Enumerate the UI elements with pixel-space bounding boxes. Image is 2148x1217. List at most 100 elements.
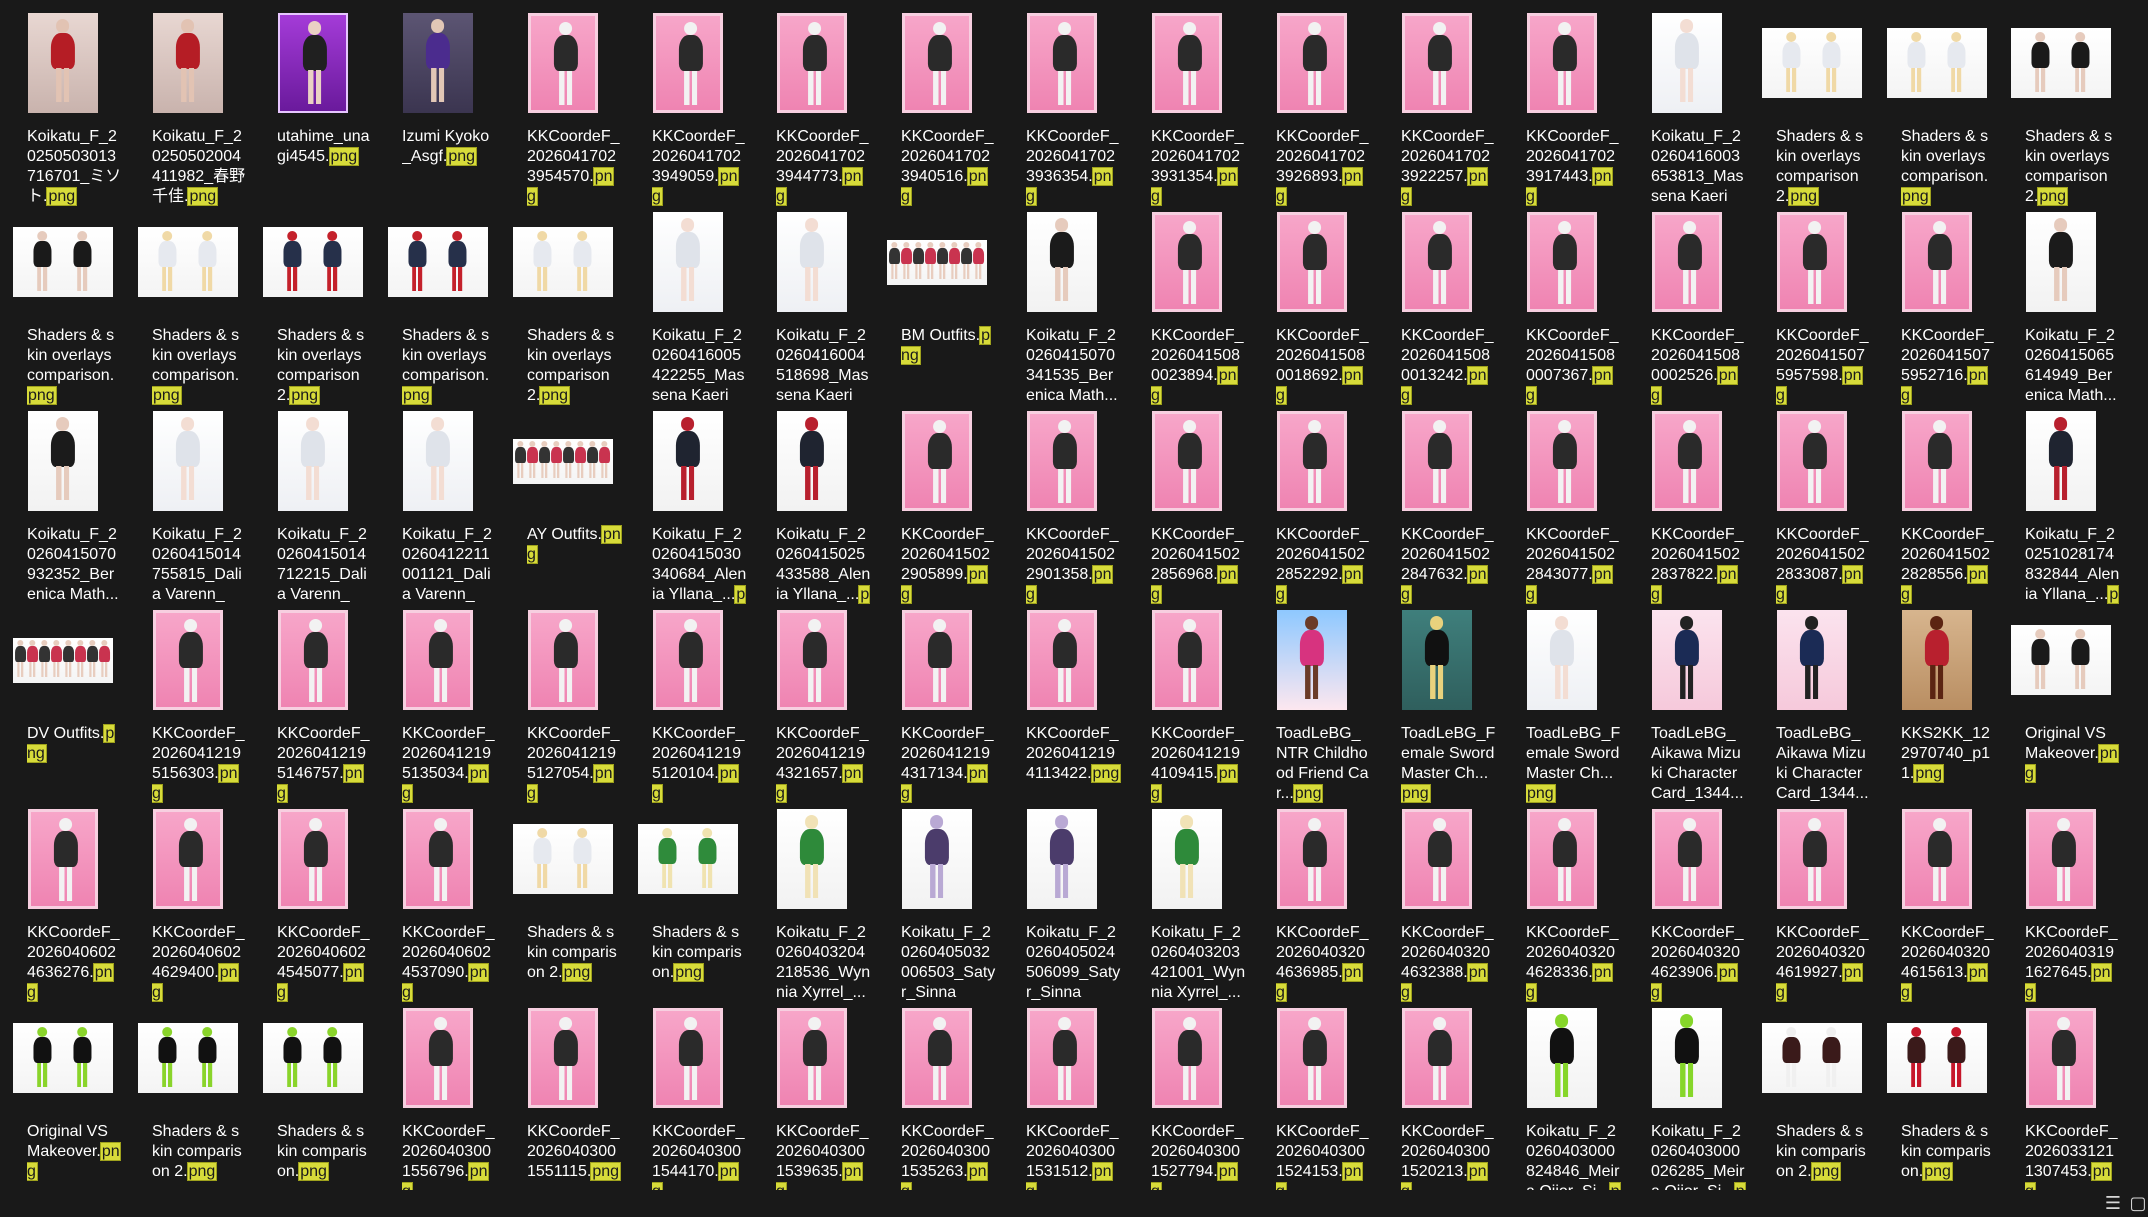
file-item[interactable]: Koikatu_F_20260416003653813_Massena Kaer… xyxy=(1624,0,1749,205)
file-item[interactable]: KKCoordeF_20260406024545077.png xyxy=(250,796,375,1002)
file-item[interactable]: KKCoordeF_20260331211307453.png xyxy=(1998,995,2123,1190)
file-item[interactable]: Koikatu_F_20260415065614949_Berenica Mat… xyxy=(1998,199,2123,404)
file-item[interactable]: ToadLeBG_Female Sword Master Ch...png xyxy=(1374,597,1499,803)
file-item[interactable]: AY Outfits.png xyxy=(500,398,625,597)
file-item[interactable]: KKCoordeF_20260412194321657.png xyxy=(749,597,874,803)
file-item[interactable]: KKCoordeF_20260412195156303.png xyxy=(125,597,250,803)
file-item[interactable]: BM Outfits.png xyxy=(874,199,999,398)
file-item[interactable]: Koikatu_F_20260403203421001_Wynnia Xyrre… xyxy=(1124,796,1249,1001)
file-item[interactable]: Koikatu_F_20260415014755815_Dalia Varenn… xyxy=(125,398,250,603)
file-item[interactable]: Koikatu_F_20260415070341535_Berenica Mat… xyxy=(999,199,1124,404)
file-item[interactable]: KKCoordeF_20260415022901358.png xyxy=(999,398,1124,604)
file-item[interactable]: Shaders & skin comparison 2.png xyxy=(125,995,250,1190)
file-item[interactable]: Koikatu_F_20260416005422255_Massena Kaer… xyxy=(625,199,750,404)
file-item[interactable]: Koikatu_F_20260415014712215_Dalia Varenn… xyxy=(250,398,375,603)
file-item[interactable]: KKCoordeF_20260415022905899.png xyxy=(874,398,999,604)
file-item[interactable]: Shaders & skin comparison 2.png xyxy=(500,796,625,995)
file-item[interactable]: KKCoordeF_20260417023931354.png xyxy=(1124,0,1249,206)
file-item[interactable]: KKCoordeF_20260412194109415.png xyxy=(1124,597,1249,803)
file-item[interactable]: Koikatu_F_20260415025433588_Alenia Yllan… xyxy=(749,398,874,605)
file-item[interactable]: Koikatu_F_20260403204218536_Wynnia Xyrre… xyxy=(749,796,874,1001)
file-item[interactable]: KKCoordeF_20260403001520213.png xyxy=(1374,995,1499,1190)
file-item[interactable]: KKS2KK_122970740_p11.png xyxy=(1874,597,1999,796)
file-item[interactable]: KKCoordeF_20260403204636985.png xyxy=(1249,796,1374,1002)
file-item[interactable]: KKCoordeF_20260415022837822.png xyxy=(1624,398,1749,604)
file-item[interactable]: KKCoordeF_20260417023949059.png xyxy=(625,0,750,206)
file-item[interactable]: KKCoordeF_20260415080002526.png xyxy=(1624,199,1749,405)
file-item[interactable]: KKCoordeF_20260415022856968.png xyxy=(1124,398,1249,604)
file-item[interactable]: KKCoordeF_20260403001527794.png xyxy=(1124,995,1249,1190)
file-item[interactable]: KKCoordeF_20260415022833087.png xyxy=(1749,398,1874,604)
file-item[interactable]: KKCoordeF_20260403191627645.png xyxy=(1998,796,2123,1002)
file-item[interactable]: KKCoordeF_20260417023944773.png xyxy=(749,0,874,206)
file-item[interactable]: KKCoordeF_20260415080018692.png xyxy=(1249,199,1374,405)
file-item[interactable]: Shaders & skin overlays comparison.png xyxy=(375,199,500,405)
file-item[interactable]: KKCoordeF_20260406024537090.png xyxy=(375,796,500,1002)
file-item[interactable]: KKCoordeF_20260412195146757.png xyxy=(250,597,375,803)
file-item[interactable]: KKCoordeF_20260403001539635.png xyxy=(749,995,874,1190)
file-item[interactable]: KKCoordeF_20260403001531512.png xyxy=(999,995,1124,1190)
file-item[interactable]: Shaders & skin comparison.png xyxy=(250,995,375,1190)
large-icons-view-icon[interactable]: ▢ xyxy=(2128,1193,2148,1213)
file-item[interactable]: KKCoordeF_20260403204619927.png xyxy=(1749,796,1874,1002)
file-item[interactable]: KKCoordeF_20260403204632388.png xyxy=(1374,796,1499,1002)
file-item[interactable]: Koikatu_F_20260403000824846_Meira Oijor_… xyxy=(1499,995,1624,1190)
file-item[interactable]: Shaders & skin overlays comparison.png xyxy=(1874,0,1999,206)
file-item[interactable]: KKCoordeF_20260412195135034.png xyxy=(375,597,500,803)
file-item[interactable]: KKCoordeF_20260403001524153.png xyxy=(1249,995,1374,1190)
file-item[interactable]: KKCoordeF_20260412194113422.png xyxy=(999,597,1124,796)
file-item[interactable]: KKCoordeF_20260417023954570.png xyxy=(500,0,625,206)
file-item[interactable]: KKCoordeF_20260415022843077.png xyxy=(1499,398,1624,604)
file-item[interactable]: Shaders & skin overlays comparison 2.png xyxy=(1749,0,1874,206)
file-item[interactable]: Koikatu_F_20260416004518698_Massena Kaer… xyxy=(749,199,874,404)
file-item[interactable]: KKCoordeF_20260403001544170.png xyxy=(625,995,750,1190)
file-item[interactable]: utahime_unagi4545.png xyxy=(250,0,375,199)
file-item[interactable]: KKCoordeF_20260417023922257.png xyxy=(1374,0,1499,206)
file-item[interactable]: KKCoordeF_20260406024629400.png xyxy=(125,796,250,1002)
file-item[interactable]: KKCoordeF_20260415022828556.png xyxy=(1874,398,1999,604)
file-item[interactable]: KKCoordeF_20260403204623906.png xyxy=(1624,796,1749,1002)
file-item[interactable]: Koikatu_F_20260412211001121_Dalia Varenn… xyxy=(375,398,500,603)
file-item[interactable]: KKCoordeF_20260415080007367.png xyxy=(1499,199,1624,405)
file-item[interactable]: KKCoordeF_20260406024636276.png xyxy=(0,796,125,1002)
file-item[interactable]: Koikatu_F_20250502004411982_春野 千佳.png xyxy=(125,0,250,206)
file-item[interactable]: KKCoordeF_20260417023940516.png xyxy=(874,0,999,206)
file-item[interactable]: Shaders & skin comparison.png xyxy=(1874,995,1999,1190)
file-item[interactable]: ToadLeBG_Aikawa Mizuki Character Card_13… xyxy=(1749,597,1874,802)
file-item[interactable]: Koikatu_F_20260405032006503_Satyr_Sinna xyxy=(874,796,999,1001)
file-item[interactable]: KKCoordeF_20260412195127054.png xyxy=(500,597,625,803)
file-item[interactable]: DV Outfits.png xyxy=(0,597,125,796)
file-item[interactable]: KKCoordeF_20260412194317134.png xyxy=(874,597,999,803)
file-item[interactable]: Izumi Kyoko_Asgf.png xyxy=(375,0,500,199)
file-item[interactable]: Shaders & skin overlays comparison 2.png xyxy=(250,199,375,405)
file-item[interactable]: KKCoordeF_20260403001535263.png xyxy=(874,995,999,1190)
file-item[interactable]: KKCoordeF_20260412195120104.png xyxy=(625,597,750,803)
file-item[interactable]: KKCoordeF_20260415022852292.png xyxy=(1249,398,1374,604)
file-item[interactable]: Shaders & skin overlays comparison.png xyxy=(125,199,250,405)
file-item[interactable]: KKCoordeF_20260403001556796.png xyxy=(375,995,500,1190)
file-item[interactable]: KKCoordeF_20260403204628336.png xyxy=(1499,796,1624,1002)
file-item[interactable]: ToadLeBG_Aikawa Mizuki Character Card_13… xyxy=(1624,597,1749,802)
file-item[interactable]: Koikatu_F_20260415030340684_Alenia Yllan… xyxy=(625,398,750,605)
file-item[interactable]: Shaders & skin comparison.png xyxy=(625,796,750,995)
file-item[interactable]: Original VS Makeover.png xyxy=(1998,597,2123,796)
file-item[interactable]: Shaders & skin overlays comparison.png xyxy=(0,199,125,405)
details-view-icon[interactable]: ☰ xyxy=(2103,1193,2123,1213)
file-item[interactable]: KKCoordeF_20260403001551115.png xyxy=(500,995,625,1190)
file-item[interactable]: KKCoordeF_20260417023936354.png xyxy=(999,0,1124,206)
file-item[interactable]: Koikatu_F_20260405024506099_Satyr_Sinna xyxy=(999,796,1124,1001)
file-item[interactable]: Shaders & skin overlays comparison 2.png xyxy=(1998,0,2123,206)
file-item[interactable]: Koikatu_F_20251028174832844_Alenia Yllan… xyxy=(1998,398,2123,605)
file-item[interactable]: KKCoordeF_20260415080013242.png xyxy=(1374,199,1499,405)
file-item[interactable]: Koikatu_F_20260403000026285_Meira Oijor_… xyxy=(1624,995,1749,1190)
file-item[interactable]: Original VS Makeover.png xyxy=(0,995,125,1190)
file-item[interactable]: KKCoordeF_20260415080023894.png xyxy=(1124,199,1249,405)
file-item[interactable]: Koikatu_F_20250503013716701_ミソト.png xyxy=(0,0,125,206)
file-item[interactable]: KKCoordeF_20260415075952716.png xyxy=(1874,199,1999,405)
file-item[interactable]: ToadLeBG_NTR Childhood Friend Car...png xyxy=(1249,597,1374,803)
file-item[interactable]: KKCoordeF_20260417023917443.png xyxy=(1499,0,1624,206)
file-item[interactable]: KKCoordeF_20260417023926893.png xyxy=(1249,0,1374,206)
file-item[interactable]: KKCoordeF_20260415075957598.png xyxy=(1749,199,1874,405)
file-item[interactable]: Shaders & skin comparison 2.png xyxy=(1749,995,1874,1190)
file-item[interactable]: Koikatu_F_20260415070932352_Berenica Mat… xyxy=(0,398,125,603)
